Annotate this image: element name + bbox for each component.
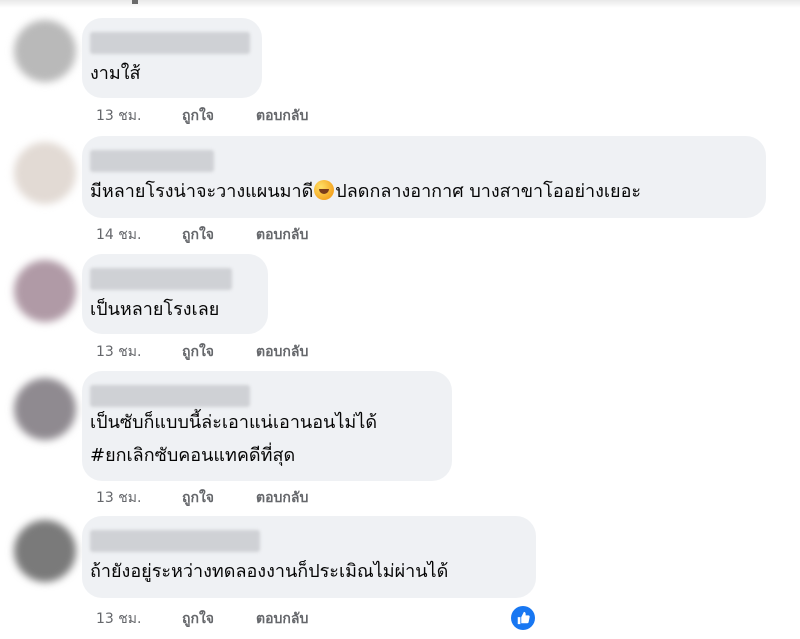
comment-actions: 14 ชม. ถูกใจ ตอบกลับ: [96, 224, 308, 246]
comment-text: เป็นหลายโรงเลย: [90, 299, 220, 320]
comment-bubble: งามใส้: [82, 18, 262, 98]
blurred-author-name[interactable]: [90, 150, 214, 172]
comment-actions: 13 ชม. ถูกใจ ตอบกลับ: [96, 341, 308, 363]
comment-text: ถ้ายังอยู่ระหว่างทดลองงานก็ประเมิณไม่ผ่า…: [90, 561, 449, 582]
avatar[interactable]: [14, 20, 76, 82]
comment-actions: 13 ชม. ถูกใจ ตอบกลับ: [96, 487, 308, 509]
comment-text-line: เป็นซับก็แบบนี้ล่ะเอาแน่เอานอนไม่ได้: [90, 412, 378, 433]
reply-button[interactable]: ตอบกลับ: [256, 105, 308, 127]
comment-time[interactable]: 13 ชม.: [96, 105, 182, 127]
avatar[interactable]: [14, 378, 76, 440]
comment-text-part: ปลดกลางอากาศ บางสาขาโออย่างเยอะ: [335, 181, 642, 202]
laughing-emoji-icon: [314, 180, 335, 200]
comment-text-line: #ยกเลิกซับคอนแทคดีที่สุด: [90, 445, 296, 466]
reply-button[interactable]: ตอบกลับ: [256, 487, 308, 509]
comment-text: มีหลายโรงน่าจะวางแผนมาดี ปลดกลางอากาศ บาง…: [90, 178, 641, 206]
thumbs-up-icon[interactable]: [511, 606, 535, 630]
comment-time[interactable]: 14 ชม.: [96, 224, 182, 246]
blurred-author-name[interactable]: [90, 268, 232, 290]
like-button[interactable]: ถูกใจ: [182, 487, 256, 509]
avatar[interactable]: [14, 260, 76, 322]
like-button[interactable]: ถูกใจ: [182, 341, 256, 363]
comment-text: งามใส้: [90, 63, 141, 84]
blurred-author-name[interactable]: [90, 530, 260, 552]
comment-time[interactable]: 13 ชม.: [96, 341, 182, 363]
like-button[interactable]: ถูกใจ: [182, 224, 256, 246]
comment-time[interactable]: 13 ชม.: [96, 487, 182, 509]
top-strip: [0, 0, 800, 8]
reply-button[interactable]: ตอบกลับ: [256, 341, 308, 363]
like-button[interactable]: ถูกใจ: [182, 105, 256, 127]
comment-bubble: เป็นหลายโรงเลย: [82, 254, 268, 334]
thumbs-up-glyph: [517, 611, 530, 625]
comment-bubble: ถ้ายังอยู่ระหว่างทดลองงานก็ประเมิณไม่ผ่า…: [82, 516, 536, 598]
comment-actions: 13 ชม. ถูกใจ ตอบกลับ: [96, 105, 308, 127]
blurred-author-name[interactable]: [90, 32, 250, 54]
comment-bubble: มีหลายโรงน่าจะวางแผนมาดี ปลดกลางอากาศ บาง…: [82, 136, 766, 218]
comments-page: งามใส้ 13 ชม. ถูกใจ ตอบกลับ มีหลายโรงน่า…: [0, 0, 800, 639]
comment-time[interactable]: 13 ชม.: [96, 608, 182, 630]
like-button[interactable]: ถูกใจ: [182, 608, 256, 630]
top-mark: [132, 0, 138, 4]
avatar[interactable]: [14, 520, 76, 582]
comment-bubble: เป็นซับก็แบบนี้ล่ะเอาแน่เอานอนไม่ได้ #ยก…: [82, 371, 452, 481]
comment-actions: 13 ชม. ถูกใจ ตอบกลับ: [96, 608, 308, 630]
avatar[interactable]: [14, 142, 76, 204]
reply-button[interactable]: ตอบกลับ: [256, 224, 308, 246]
reply-button[interactable]: ตอบกลับ: [256, 608, 308, 630]
blurred-author-name[interactable]: [90, 385, 250, 407]
comment-text-part: มีหลายโรงน่าจะวางแผนมาดี: [90, 181, 314, 202]
